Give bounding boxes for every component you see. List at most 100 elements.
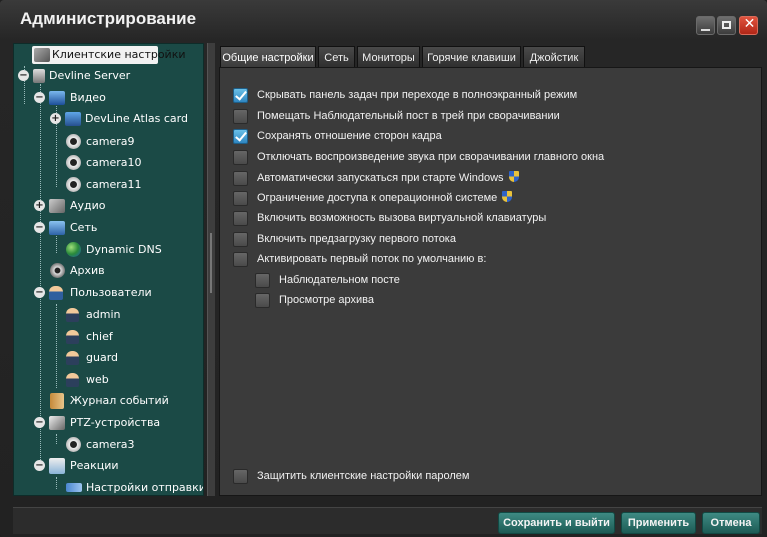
hide-taskbar-checkbox[interactable] (233, 88, 248, 103)
virtual-keyboard-checkbox[interactable] (233, 211, 248, 226)
reactions-icon (49, 458, 65, 474)
minimize-to-tray-checkbox[interactable] (233, 109, 248, 124)
option-label: Автоматически запускаться при старте Win… (257, 172, 504, 184)
observation-post-checkbox[interactable] (255, 273, 270, 288)
option-label: Наблюдательном посте (279, 274, 400, 286)
tab-network[interactable]: Сеть (318, 46, 355, 68)
monitor-icon (49, 91, 65, 105)
option-label: Отключать воспроизведение звука при свор… (257, 151, 605, 163)
preload-first-stream-checkbox[interactable] (233, 232, 248, 247)
camera-icon (66, 134, 81, 149)
autostart-checkbox[interactable] (233, 171, 248, 186)
tree-item-label: Devline Server (49, 69, 131, 82)
camera-icon (66, 437, 81, 452)
tree-item-label: Реакции (70, 459, 119, 472)
tree-item-label: chief (86, 330, 113, 343)
tab-joystick[interactable]: Джойстик (523, 46, 585, 68)
tree-item-label: camera3 (86, 438, 135, 451)
expand-icon[interactable]: + (34, 200, 45, 211)
shield-icon (502, 191, 513, 202)
option-label: Активировать первый поток по умолчанию в… (257, 253, 487, 265)
tab-general[interactable]: Общие настройки (220, 46, 316, 68)
tree-line (56, 304, 57, 388)
option-label: Сохранять отношение сторон кадра (257, 130, 442, 142)
tree-item-label: Журнал событий (70, 394, 169, 407)
expand-icon[interactable]: + (50, 113, 61, 124)
tree-item-label: Сеть (70, 221, 98, 234)
globe-icon (66, 242, 81, 257)
tree-item-label: web (86, 373, 109, 386)
tree-item-label: Аудио (70, 199, 106, 212)
admin-window: Администрирование ✕ Клиентские настройки… (0, 0, 767, 537)
collapse-icon[interactable]: − (34, 460, 45, 471)
option-label: Защитить клиентские настройки паролем (257, 470, 470, 482)
tree-item-label: Видео (70, 91, 106, 104)
network-icon (49, 221, 65, 235)
tree-item-label: PTZ-устройства (70, 416, 161, 429)
capture-card-icon (65, 112, 81, 126)
tree-item-label: Настройки отправки (86, 481, 204, 494)
option-autostart: Автоматически запускаться при старте Win… (257, 171, 519, 186)
settings-tree[interactable]: Клиентские настройки − Devline Server − … (13, 43, 204, 496)
collapse-icon[interactable]: − (34, 92, 45, 103)
close-icon: ✕ (743, 16, 756, 32)
option-label: Скрывать панель задач при переходе в пол… (257, 89, 578, 101)
users-icon (49, 286, 63, 300)
collapse-icon[interactable]: − (34, 417, 45, 428)
tools-icon (34, 48, 50, 62)
tree-line (56, 434, 57, 444)
tree-item-label: camera10 (86, 156, 142, 169)
option-label: Включить предзагрузку первого потока (257, 233, 456, 245)
user-icon (66, 351, 79, 365)
option-label: Помещать Наблюдательный пост в трей при … (257, 110, 560, 122)
tree-item-label: DevLine Atlas card (85, 112, 188, 125)
tree-item-label: camera11 (86, 178, 142, 191)
camera-icon (66, 177, 81, 192)
close-button[interactable]: ✕ (739, 16, 758, 35)
shield-icon (508, 171, 519, 182)
title-bar[interactable]: Администрирование ✕ (0, 0, 767, 38)
film-reel-icon (50, 263, 65, 278)
option-label: Включить возможность вызова виртуальной … (257, 212, 547, 224)
option-restrict-os: Ограничение доступа к операционной систе… (257, 191, 513, 206)
keep-aspect-ratio-checkbox[interactable] (233, 129, 248, 144)
archive-view-checkbox[interactable] (255, 293, 270, 308)
mute-on-minimize-checkbox[interactable] (233, 150, 248, 165)
ptz-camera-icon (49, 416, 65, 430)
maximize-button[interactable] (717, 16, 736, 35)
tab-monitors[interactable]: Мониторы (357, 46, 420, 68)
panel-splitter[interactable] (207, 43, 215, 496)
tree-line (40, 84, 41, 462)
camera-icon (66, 155, 81, 170)
admin-user-icon (66, 308, 79, 322)
tree-item-label: Клиентские настройки (52, 48, 186, 61)
option-label: Просмотре архива (279, 294, 375, 306)
tree-item-label: Dynamic DNS (86, 243, 162, 256)
server-icon (33, 69, 45, 83)
minimize-button[interactable] (696, 16, 715, 35)
journal-icon (50, 393, 64, 409)
option-label: Ограничение доступа к операционной систе… (257, 192, 498, 204)
tree-item-label: camera9 (86, 135, 135, 148)
send-icon (66, 483, 82, 492)
collapse-icon[interactable]: − (34, 287, 45, 298)
restrict-os-access-checkbox[interactable] (233, 191, 248, 206)
tree-item-client-settings[interactable]: Клиентские настройки (32, 46, 186, 64)
first-stream-default-checkbox[interactable] (233, 252, 248, 267)
save-and-exit-button[interactable]: Сохранить и выйти (498, 512, 615, 534)
tab-hotkeys[interactable]: Горячие клавиши (422, 46, 521, 68)
password-protect-checkbox[interactable] (233, 469, 248, 484)
user-icon (66, 330, 79, 344)
tree-item-label: Архив (70, 264, 105, 277)
tree-item-label: guard (86, 351, 119, 364)
microphone-icon (49, 199, 65, 213)
tree-line (56, 477, 57, 489)
cancel-button[interactable]: Отмена (702, 512, 760, 534)
collapse-icon[interactable]: − (34, 222, 45, 233)
collapse-icon[interactable]: − (18, 70, 29, 81)
tree-item-label: admin (86, 308, 121, 321)
window-title: Администрирование (20, 9, 197, 28)
user-icon (66, 373, 79, 387)
tree-item-label: Пользователи (70, 286, 152, 299)
apply-button[interactable]: Применить (621, 512, 696, 534)
